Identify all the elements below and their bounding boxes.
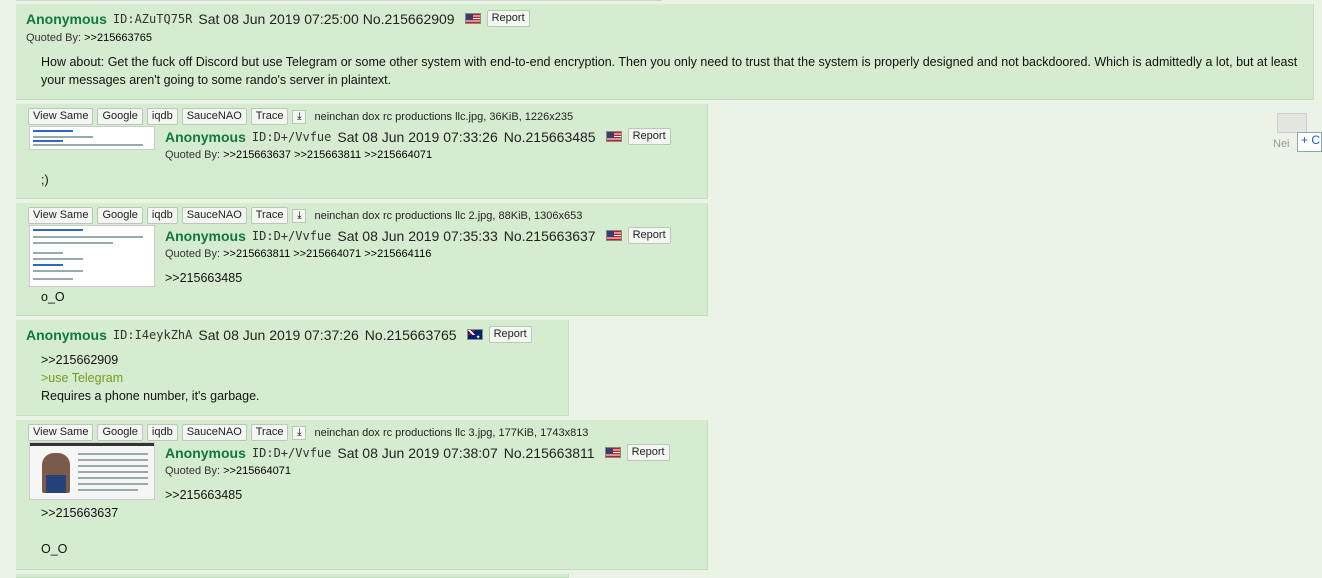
poster-name: Anonymous [26,326,107,343]
quoted-by-label: Quoted By: [165,248,221,260]
post-215663765: Anonymous ID:I4eykZhA Sat 08 Jun 2019 07… [16,320,569,416]
post-number[interactable]: No.215663485 [504,129,596,145]
post-datetime: Sat 08 Jun 2019 07:38:07 [337,444,498,461]
post-number[interactable]: No.215663765 [365,327,457,343]
post-datetime: Sat 08 Jun 2019 07:25:00 [198,10,359,27]
report-button[interactable]: Report [626,444,670,461]
quoted-by-label: Quoted By: [165,465,221,477]
saucenao-button[interactable]: SauceNAO [181,207,247,224]
post-215663485: View Same Google iqdb SauceNAO Trace ⤓ n… [16,104,708,199]
greentext: >use Telegram [41,371,124,385]
divider [16,0,662,1]
quoted-links[interactable]: >>215663637 >>215663811 >>215664071 [223,149,432,161]
quoted-links[interactable]: >>215663765 [84,32,152,44]
quoted-links[interactable]: >>215663811 >>215664071 >>215664116 [223,248,431,260]
reply-link[interactable]: >>215663485 [165,269,242,287]
reply-link[interactable]: >>215663485 [165,486,242,504]
post-datetime: Sat 08 Jun 2019 07:35:33 [337,227,498,244]
floating-label: Nei [1273,138,1290,150]
file-toolbar: View Same Google iqdb SauceNAO Trace ⤓ n… [28,424,588,441]
post-datetime: Sat 08 Jun 2019 07:37:26 [198,326,359,343]
download-icon[interactable]: ⤓ [292,425,307,440]
reply-link[interactable]: >>215662909 [41,351,118,369]
quoted-links[interactable]: >>215664071 [223,465,291,477]
report-button[interactable]: Report [486,10,530,27]
view-same-button[interactable]: View Same [28,207,94,224]
file-toolbar: View Same Google iqdb SauceNAO Trace ⤓ n… [28,108,573,125]
google-button[interactable]: Google [97,207,143,224]
reply-link[interactable]: >>215663637 [41,504,118,522]
quoted-by-label: Quoted By: [26,32,82,44]
post-body: ;) [41,173,49,187]
thread-page: Anonymous ID:AZuTQ75R Sat 08 Jun 2019 07… [0,0,1322,578]
view-same-button[interactable]: View Same [28,424,94,441]
post-215662909: Anonymous ID:AZuTQ75R Sat 08 Jun 2019 07… [16,4,1314,100]
next-post-edge [16,574,569,578]
saucenao-button[interactable]: SauceNAO [181,424,247,441]
floating-add-button[interactable]: + C [1297,132,1322,152]
post-body: How about: Get the fuck off Discord but … [41,55,1298,87]
floating-thumbnail[interactable] [1277,113,1307,133]
iqdb-button[interactable]: iqdb [146,207,178,224]
us-flag-icon [464,13,481,24]
file-info[interactable]: neinchan dox rc productions llc 2.jpg, 8… [314,210,582,222]
file-info[interactable]: neinchan dox rc productions llc 3.jpg, 1… [314,427,588,439]
us-flag-icon [604,447,621,458]
trace-button[interactable]: Trace [250,424,289,441]
post-215663637: View Same Google iqdb SauceNAO Trace ⤓ n… [16,203,708,316]
post-body: O_O [41,542,68,556]
download-icon[interactable]: ⤓ [292,109,307,124]
au-flag-icon [466,329,483,341]
trace-button[interactable]: Trace [250,108,289,125]
trace-button[interactable]: Trace [250,207,289,224]
post-number[interactable]: No.215663637 [504,228,596,244]
report-button[interactable]: Report [488,326,532,343]
google-button[interactable]: Google [97,108,143,125]
saucenao-button[interactable]: SauceNAO [181,108,247,125]
poster-id[interactable]: ID:I4eykZhA [113,328,192,342]
file-thumbnail[interactable] [29,126,155,150]
file-toolbar: View Same Google iqdb SauceNAO Trace ⤓ n… [28,207,582,224]
post-number[interactable]: No.215663811 [504,445,595,461]
post-body: Requires a phone number, it's garbage. [41,389,260,403]
report-button[interactable]: Report [627,128,671,145]
poster-id[interactable]: ID:D+/Vvfue [252,446,331,460]
post-datetime: Sat 08 Jun 2019 07:33:26 [337,128,498,145]
iqdb-button[interactable]: iqdb [146,424,178,441]
quoted-by-label: Quoted By: [165,149,221,161]
us-flag-icon [605,131,622,142]
file-thumbnail[interactable] [29,442,155,500]
quoted-by: Quoted By: >>215663765 [26,32,152,44]
iqdb-button[interactable]: iqdb [146,108,178,125]
poster-name: Anonymous [26,10,107,27]
poster-id[interactable]: ID:D+/Vvfue [252,130,331,144]
quoted-by: Quoted By: >>215664071 [165,465,291,477]
post-number[interactable]: No.215662909 [363,11,455,27]
poster-name: Anonymous [165,444,246,461]
google-button[interactable]: Google [97,424,143,441]
quoted-by: Quoted By: >>215663637 >>215663811 >>215… [165,149,432,161]
poster-name: Anonymous [165,128,246,145]
file-thumbnail[interactable] [29,225,155,287]
post-215663811: View Same Google iqdb SauceNAO Trace ⤓ n… [16,420,708,570]
download-icon[interactable]: ⤓ [292,208,307,223]
file-info[interactable]: neinchan dox rc productions llc.jpg, 36K… [314,111,573,123]
quoted-by: Quoted By: >>215663811 >>215664071 >>215… [165,248,431,260]
poster-id[interactable]: ID:AZuTQ75R [113,12,192,26]
poster-name: Anonymous [165,227,246,244]
poster-id[interactable]: ID:D+/Vvfue [252,229,331,243]
post-body: o_O [41,290,65,304]
us-flag-icon [605,230,622,241]
view-same-button[interactable]: View Same [28,108,94,125]
report-button[interactable]: Report [627,227,671,244]
